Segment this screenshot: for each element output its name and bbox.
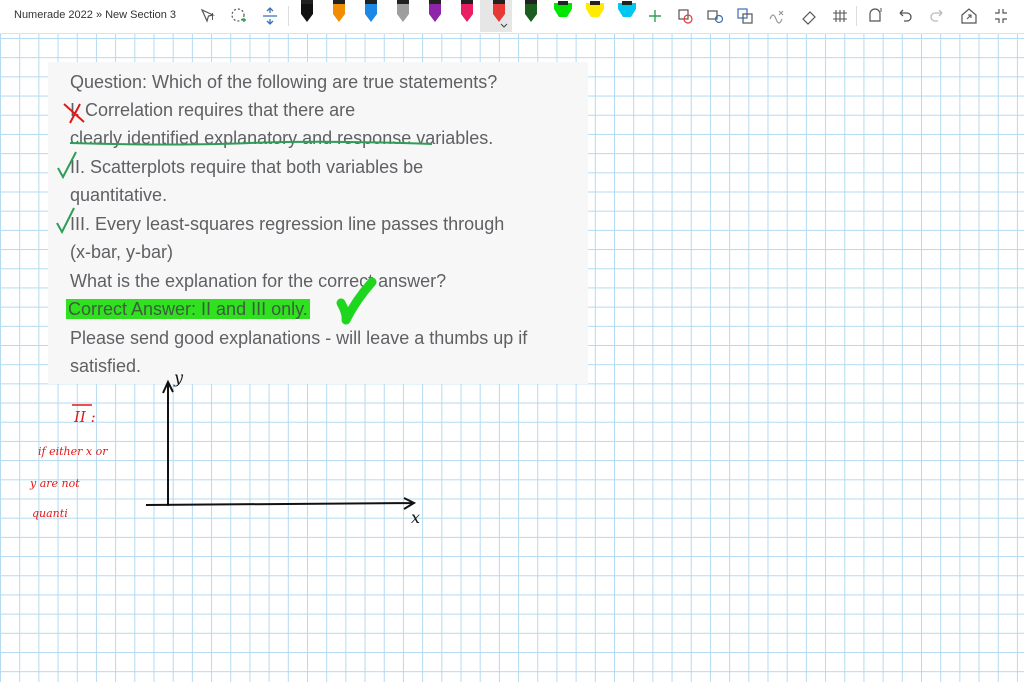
eraser-icon[interactable] bbox=[798, 5, 820, 27]
question-statement-3-cont: (x-bar, y-bar) bbox=[70, 242, 174, 262]
pen-black-icon[interactable] bbox=[301, 0, 313, 22]
lasso-select-icon[interactable] bbox=[228, 5, 250, 27]
ink-to-text-icon[interactable] bbox=[704, 5, 726, 27]
pen-gray-icon[interactable] bbox=[397, 0, 409, 22]
redo-icon[interactable] bbox=[926, 5, 948, 27]
ruler-icon[interactable] bbox=[829, 5, 851, 27]
question-statement-2: II. Scatterplots require that both varia… bbox=[70, 157, 424, 177]
axis-y-label: y bbox=[173, 368, 184, 387]
pen-darkgreen-icon[interactable] bbox=[525, 0, 537, 22]
ink-to-shape-icon[interactable] bbox=[674, 5, 696, 27]
roman-two-label: II : bbox=[73, 408, 96, 426]
correct-answer-highlight: Correct Answer: II and III only. bbox=[66, 299, 310, 319]
pen-orange-icon[interactable] bbox=[333, 0, 345, 22]
correct-answer: Correct Answer: II and III only. bbox=[66, 299, 310, 320]
pen-purple-icon[interactable] bbox=[429, 0, 441, 22]
note-line-2: y are not bbox=[29, 477, 80, 490]
pens-palette bbox=[301, 0, 636, 28]
highlighter-cyan-icon[interactable] bbox=[618, 1, 636, 17]
lasso-ink-icon[interactable] bbox=[734, 5, 756, 27]
pen-blue-icon[interactable] bbox=[365, 0, 377, 22]
pen-red-icon[interactable] bbox=[493, 0, 508, 28]
closing-line-1: Please send good explanations - will lea… bbox=[70, 328, 528, 348]
note-line-1: if either x or bbox=[38, 445, 108, 458]
select-text-icon[interactable]: I bbox=[198, 5, 220, 27]
breadcrumb[interactable]: Numerade 2022 » New Section 3 bbox=[14, 9, 176, 21]
closing-line-2: satisfied. bbox=[70, 356, 142, 376]
chevron-down-icon[interactable] bbox=[500, 23, 508, 28]
svg-text:I: I bbox=[211, 12, 214, 23]
undo-icon[interactable] bbox=[894, 5, 916, 27]
question-prompt: What is the explanation for the correct … bbox=[70, 271, 447, 291]
share-icon[interactable] bbox=[958, 5, 980, 27]
question-line-1: Question: Which of the following are tru… bbox=[70, 72, 498, 92]
note-line-3: quanti bbox=[32, 507, 68, 520]
replay-icon[interactable] bbox=[864, 5, 886, 27]
axis-x-label: x bbox=[411, 508, 420, 527]
toolbar-divider-2 bbox=[856, 6, 857, 26]
question-statement-2-cont: quantitative. bbox=[70, 185, 168, 205]
full-screen-icon[interactable] bbox=[990, 5, 1012, 27]
ink-to-math-icon[interactable] bbox=[766, 5, 788, 27]
question-statement-3: III. Every least-squares regression line… bbox=[70, 214, 505, 234]
question-statement-1-cont: clearly identified explanatory and respo… bbox=[70, 128, 494, 148]
add-space-icon[interactable] bbox=[259, 5, 281, 27]
add-pen-icon[interactable] bbox=[644, 5, 666, 27]
highlighter-yellow-icon[interactable] bbox=[586, 1, 604, 17]
ribbon-toolbar: Numerade 2022 » New Section 3 I bbox=[0, 0, 1024, 34]
question-statement-1: I. Correlation requires that there are bbox=[70, 100, 356, 120]
highlighter-green-icon[interactable] bbox=[554, 1, 572, 17]
toolbar-divider bbox=[288, 6, 289, 26]
pen-pink-icon[interactable] bbox=[461, 0, 473, 22]
